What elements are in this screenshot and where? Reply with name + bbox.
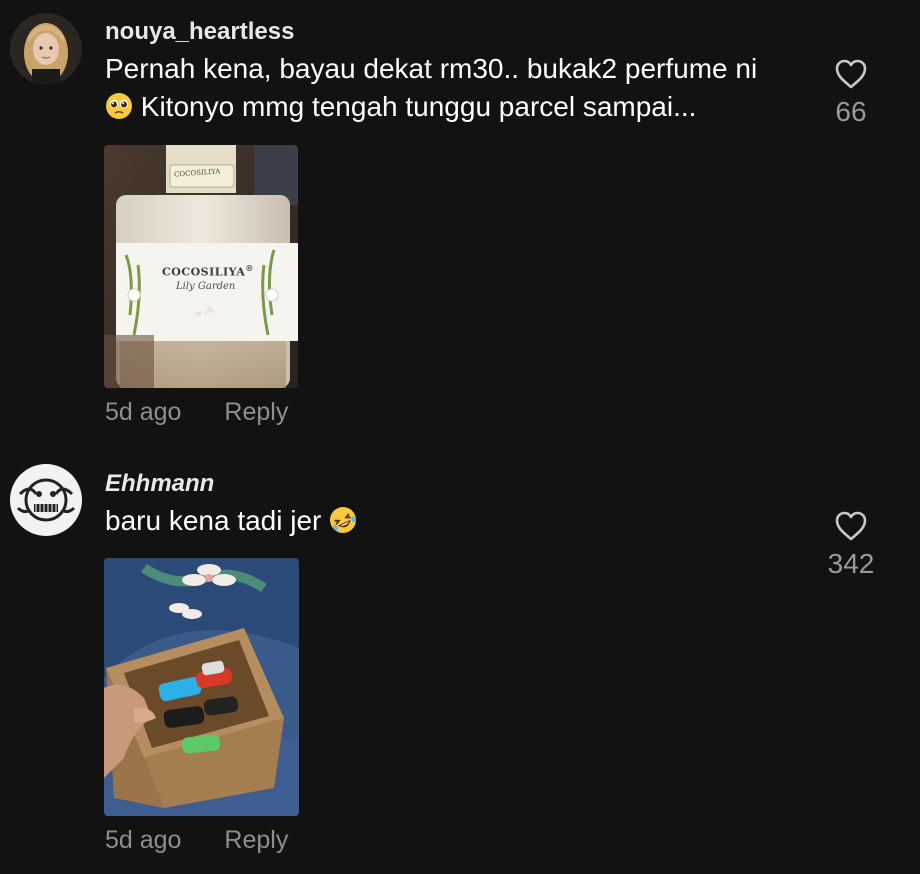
comment-item: Ehhmann baru kena tadi jer 342 5d ago Re… (0, 0, 920, 874)
comment-image-parcel[interactable] (104, 558, 299, 816)
comment-username[interactable]: Ehhmann (105, 470, 214, 498)
comment-meta: 5d ago Reply (105, 826, 288, 855)
rolling-on-floor-laughing-emoji-icon (330, 507, 357, 533)
like-button[interactable]: 342 (811, 510, 891, 580)
heart-icon (835, 511, 867, 541)
comment-time: 5d ago (105, 826, 182, 854)
comment-text-content: baru kena tadi jer (105, 505, 322, 536)
reply-button[interactable]: Reply (224, 826, 288, 854)
like-count: 342 (827, 548, 875, 579)
comment-text: baru kena tadi jer (105, 502, 805, 540)
avatar[interactable] (10, 464, 82, 536)
